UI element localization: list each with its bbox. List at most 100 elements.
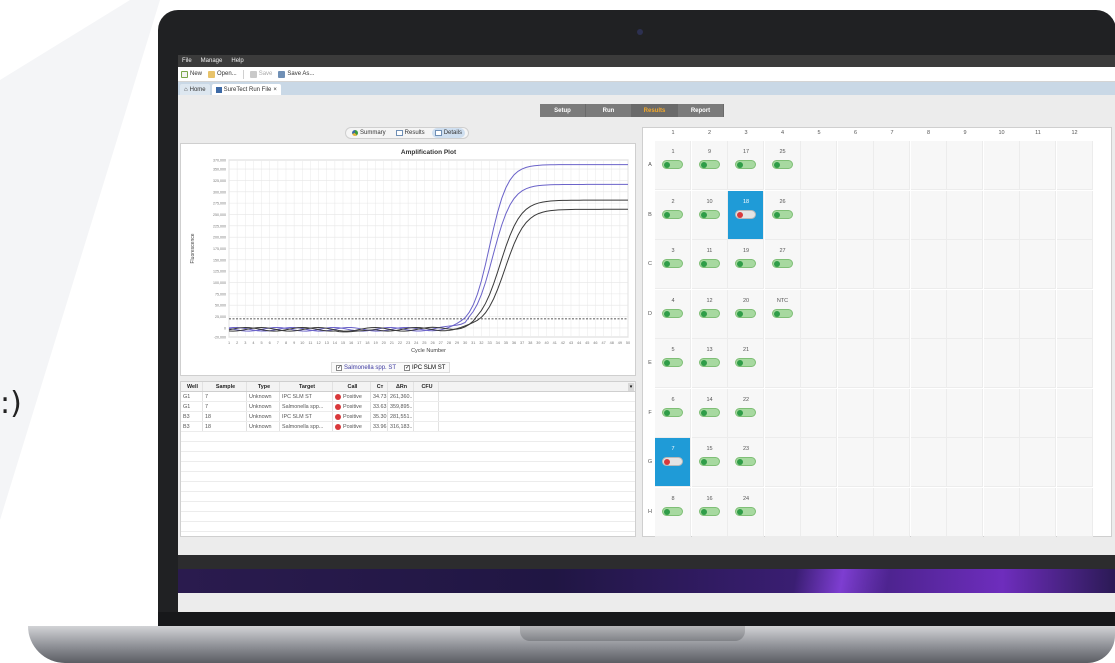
plate-well-empty[interactable] (837, 388, 874, 438)
plate-well[interactable]: 15 (691, 438, 728, 487)
plate-well[interactable]: 4 (655, 289, 691, 339)
plate-well[interactable]: 16 (691, 487, 728, 537)
plate-well-empty[interactable] (1056, 190, 1093, 240)
plate-well-empty[interactable] (801, 438, 837, 487)
plate-well-empty[interactable] (837, 339, 874, 388)
plate-well-empty[interactable] (764, 339, 801, 388)
summary-view-button[interactable]: Summary (349, 128, 389, 138)
column-header-ct[interactable]: Cт (371, 382, 388, 391)
menu-file[interactable]: File (182, 58, 192, 64)
plate-well-empty[interactable] (764, 487, 801, 537)
plate-well-empty[interactable] (874, 190, 910, 240)
plate-well[interactable]: 20 (728, 289, 764, 339)
plate-well[interactable]: 1 (655, 141, 691, 190)
plate-well[interactable]: 8 (655, 487, 691, 537)
plate-well-empty[interactable] (1020, 438, 1056, 487)
column-header-type[interactable]: Type (247, 382, 280, 391)
plate-well[interactable]: 14 (691, 388, 728, 438)
plate-well-empty[interactable] (947, 438, 983, 487)
plate-well-empty[interactable] (874, 141, 910, 190)
table-row[interactable]: B3 18 Unknown IPC SLM ST Positive 35.30 281,55… (181, 412, 635, 422)
tab-run-file[interactable]: SureTect Run File × (211, 84, 281, 95)
plate-well-empty[interactable] (1056, 438, 1093, 487)
column-menu-icon[interactable]: ▾ (628, 383, 634, 391)
plate-well-empty[interactable] (801, 289, 837, 339)
plate-well-empty[interactable] (801, 388, 837, 438)
plate-well[interactable]: NTC (764, 289, 801, 339)
plate-well-empty[interactable] (1056, 487, 1093, 537)
table-row[interactable]: G1 7 Unknown IPC SLM ST Positive 34.73 261,360… (181, 392, 635, 402)
plate-well-empty[interactable] (764, 388, 801, 438)
plate-well-empty[interactable] (1056, 141, 1093, 190)
column-header-well[interactable]: Well (181, 382, 203, 391)
plate-well-empty[interactable] (983, 339, 1020, 388)
plate-well-empty[interactable] (983, 487, 1020, 537)
plate-well[interactable]: 23 (728, 438, 764, 487)
plate-well[interactable]: 17 (728, 141, 764, 190)
plate-well[interactable]: 9 (691, 141, 728, 190)
plate-well-empty[interactable] (801, 487, 837, 537)
plate-well-empty[interactable] (983, 289, 1020, 339)
mode-setup-button[interactable]: Setup (540, 104, 586, 117)
plate-well-empty[interactable] (947, 141, 983, 190)
mode-results-button[interactable]: Results (632, 104, 678, 117)
plate-well-empty[interactable] (874, 438, 910, 487)
plate-well-empty[interactable] (910, 438, 947, 487)
plate-well[interactable]: 11 (691, 240, 728, 289)
plate-well-empty[interactable] (947, 487, 983, 537)
plate-well-empty[interactable] (874, 240, 910, 289)
plate-well[interactable]: 22 (728, 388, 764, 438)
plate-well-empty[interactable] (947, 240, 983, 289)
plate-well-empty[interactable] (837, 240, 874, 289)
plate-well[interactable]: 18 (728, 190, 764, 240)
plate-well-empty[interactable] (910, 240, 947, 289)
plate-well-empty[interactable] (801, 190, 837, 240)
legend-item-salmonella[interactable]: ✓ Salmonella spp. ST (336, 364, 396, 371)
tab-home[interactable]: ⌂ Home (180, 84, 210, 95)
open-button[interactable]: Open... (208, 70, 237, 78)
close-icon[interactable]: × (273, 87, 277, 93)
plate-well-empty[interactable] (801, 339, 837, 388)
plate-well-empty[interactable] (910, 289, 947, 339)
plate-well-empty[interactable] (910, 339, 947, 388)
plate-well-empty[interactable] (801, 240, 837, 289)
column-header-cfu[interactable]: CFU (414, 382, 439, 391)
table-row[interactable]: G1 7 Unknown Salmonella spp... Positive 33.63… (181, 402, 635, 412)
plate-well-empty[interactable] (983, 388, 1020, 438)
plate-well[interactable]: 3 (655, 240, 691, 289)
plate-well[interactable]: 27 (764, 240, 801, 289)
plate-well-empty[interactable] (983, 141, 1020, 190)
menu-help[interactable]: Help (231, 58, 243, 64)
mode-run-button[interactable]: Run (586, 104, 632, 117)
plate-well-empty[interactable] (947, 190, 983, 240)
legend-item-ipc[interactable]: ✓ IPC SLM ST (404, 364, 445, 371)
plate-well-empty[interactable] (1020, 388, 1056, 438)
plate-well-empty[interactable] (1020, 141, 1056, 190)
plate-well-empty[interactable] (1020, 487, 1056, 537)
plate-well[interactable]: 10 (691, 190, 728, 240)
plate-well-empty[interactable] (1056, 240, 1093, 289)
plate-well-empty[interactable] (874, 388, 910, 438)
table-row[interactable]: B3 18 Unknown Salmonella spp... Positive 33.9… (181, 422, 635, 432)
plate-well-empty[interactable] (1056, 388, 1093, 438)
plate-well[interactable]: 6 (655, 388, 691, 438)
new-button[interactable]: New (181, 70, 202, 78)
plate-well[interactable]: 25 (764, 141, 801, 190)
plate-well[interactable]: 19 (728, 240, 764, 289)
save-as-button[interactable]: Save As... (278, 70, 314, 78)
column-header-sample[interactable]: Sample (203, 382, 247, 391)
plate-well-empty[interactable] (910, 190, 947, 240)
plate-well-empty[interactable] (1020, 190, 1056, 240)
plate-well[interactable]: 2 (655, 190, 691, 240)
plate-well-empty[interactable] (874, 487, 910, 537)
plate-well[interactable]: 21 (728, 339, 764, 388)
plate-well[interactable]: 26 (764, 190, 801, 240)
details-view-button[interactable]: Details (431, 128, 466, 138)
plate-well[interactable]: 13 (691, 339, 728, 388)
results-view-button[interactable]: Results (393, 128, 428, 138)
column-header-call[interactable]: Call (333, 382, 371, 391)
plate-well-empty[interactable] (947, 388, 983, 438)
plate-well-empty[interactable] (874, 339, 910, 388)
plate-well-empty[interactable] (910, 388, 947, 438)
plate-well-empty[interactable] (837, 289, 874, 339)
